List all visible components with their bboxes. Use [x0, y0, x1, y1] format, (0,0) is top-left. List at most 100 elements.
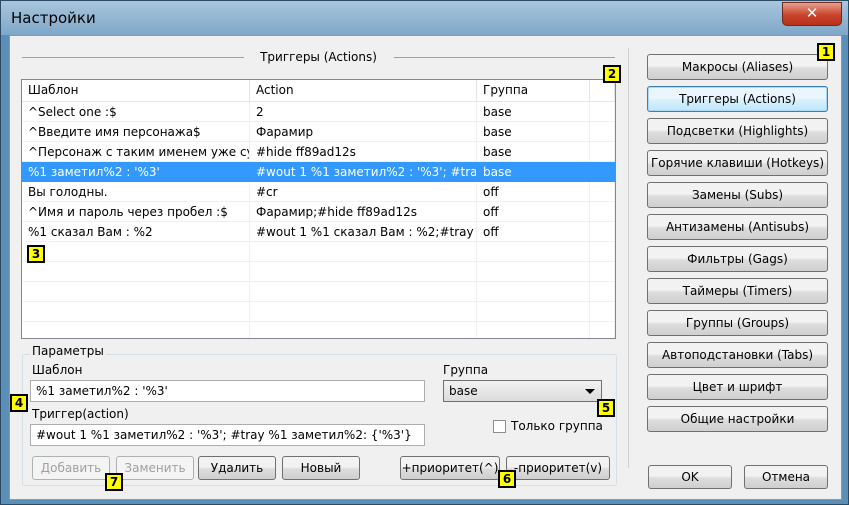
side-menu-item[interactable]: Цвет и шрифт — [647, 374, 828, 400]
table-cell-empty — [590, 122, 615, 142]
delete-button[interactable]: Удалить — [198, 456, 276, 480]
table-cell-empty — [250, 302, 477, 322]
table-cell: Фарамир;#hide ff89ad12s — [250, 202, 477, 222]
table-cell-empty — [590, 162, 615, 182]
pattern-input[interactable]: %1 заметил%2 : '%3' — [30, 380, 425, 402]
side-menu-item[interactable]: Замены (Subs) — [647, 182, 828, 208]
table-row-empty — [22, 282, 615, 302]
table-row[interactable]: ^Select one :$ 2 base — [22, 102, 615, 122]
side-menu-item[interactable]: Автоподстановки (Tabs) — [647, 342, 828, 368]
table-cell: #cr — [250, 182, 477, 202]
table-cell-empty — [22, 242, 250, 262]
table-cell-empty — [250, 262, 477, 282]
table-cell: #wout 1 %1 заметил%2 : '%3'; #tray — [250, 162, 477, 182]
pattern-label: Шаблон — [32, 363, 83, 377]
side-menu-item[interactable]: Подсветки (Highlights) — [647, 118, 828, 144]
side-menu-item[interactable]: Триггеры (Actions) — [647, 86, 828, 112]
table-cell-empty — [590, 322, 615, 338]
table-cell: Вы голодны. — [22, 182, 250, 202]
table-row[interactable]: %1 сказал Вам : %2 #wout 1 %1 сказал Вам … — [22, 222, 615, 242]
table-cell-empty — [590, 302, 615, 322]
priority-up-button[interactable]: +приоритет(^) — [400, 456, 500, 480]
replace-button[interactable]: Заменить — [116, 456, 194, 480]
table-row-empty — [22, 262, 615, 282]
table-cell-empty — [590, 262, 615, 282]
table-row[interactable]: ^Персонаж с таким именем уже сущ #hide ff… — [22, 142, 615, 162]
close-button[interactable]: ✕ — [782, 2, 842, 26]
table-cell-empty — [477, 262, 590, 282]
table-cell-empty — [477, 322, 590, 338]
trigger-input[interactable]: #wout 1 %1 заметил%2 : '%3'; #tray %1 за… — [30, 424, 425, 446]
vertical-divider — [628, 48, 629, 468]
table-cell: ^Select one :$ — [22, 102, 250, 122]
table-cell: ^Имя и пароль через пробел :$ — [22, 202, 250, 222]
ok-button[interactable]: OK — [648, 465, 732, 489]
table-cell-empty — [590, 242, 615, 262]
dialog-client-area: Триггеры (Actions) Шаблон Action Группа … — [9, 35, 842, 500]
table-cell-empty — [477, 242, 590, 262]
table-cell-empty — [477, 302, 590, 322]
settings-window: Настройки ✕ Триггеры (Actions) Шаблон Ac… — [0, 0, 849, 505]
table-cell-empty — [22, 262, 250, 282]
side-menu-item[interactable]: Фильтры (Gags) — [647, 246, 828, 272]
annotation-badge: 4 — [10, 394, 28, 412]
table-cell-empty — [590, 182, 615, 202]
side-menu-item[interactable]: Общие настройки — [647, 406, 828, 432]
title-bar[interactable]: Настройки ✕ — [1, 1, 848, 35]
table-cell-empty — [250, 322, 477, 338]
side-menu-item[interactable]: Горячие клавиши (Hotkeys) — [647, 150, 828, 176]
priority-down-button[interactable]: -приоритет(v) — [506, 456, 610, 480]
group-dropdown-value: base — [449, 384, 478, 398]
table-cell-empty — [22, 282, 250, 302]
table-cell: #hide ff89ad12s — [250, 142, 477, 162]
table-cell: base — [477, 122, 590, 142]
add-button[interactable]: Добавить — [32, 456, 110, 480]
group-separator-right — [394, 57, 615, 58]
only-group-checkbox[interactable] — [493, 420, 506, 433]
table-row-empty — [22, 242, 615, 262]
table-row[interactable]: %1 заметил%2 : '%3' #wout 1 %1 заметил%2 … — [22, 162, 615, 182]
table-cell-empty — [22, 322, 250, 338]
table-cell-empty — [250, 242, 477, 262]
side-menu-item[interactable]: Антизамены (Antisubs) — [647, 214, 828, 240]
table-cell-empty — [590, 202, 615, 222]
group-dropdown[interactable]: base — [443, 380, 602, 402]
annotation-badge: 2 — [603, 65, 621, 83]
table-cell: %1 сказал Вам : %2 — [22, 222, 250, 242]
cancel-button[interactable]: Отмена — [744, 465, 828, 489]
table-cell-empty — [590, 102, 615, 122]
side-menu-item[interactable]: Таймеры (Timers) — [647, 278, 828, 304]
table-cell: ^Персонаж с таким именем уже сущ — [22, 142, 250, 162]
column-header-group[interactable]: Группа — [477, 80, 590, 101]
table-cell: base — [477, 102, 590, 122]
table-cell: Фарамир — [250, 122, 477, 142]
table-cell: off — [477, 222, 590, 242]
annotation-badge: 1 — [817, 43, 835, 61]
table-cell: 2 — [250, 102, 477, 122]
column-header-action[interactable]: Action — [250, 80, 477, 101]
table-row-empty — [22, 322, 615, 338]
table-cell: ^Введите имя персонажа$ — [22, 122, 250, 142]
table-cell: off — [477, 202, 590, 222]
table-cell: %1 заметил%2 : '%3' — [22, 162, 250, 182]
annotation-badge: 6 — [498, 470, 516, 488]
params-title: Параметры — [30, 344, 106, 358]
table-cell-empty — [590, 142, 615, 162]
new-button[interactable]: Новый — [282, 456, 360, 480]
side-menu-item[interactable]: Группы (Groups) — [647, 310, 828, 336]
column-header-pattern[interactable]: Шаблон — [22, 80, 250, 101]
table-cell: #wout 1 %1 сказал Вам : %2;#tray % — [250, 222, 477, 242]
table-cell-empty — [250, 282, 477, 302]
table-cell: base — [477, 162, 590, 182]
column-header-empty — [590, 80, 615, 101]
table-header: Шаблон Action Группа — [22, 80, 615, 102]
triggers-table[interactable]: Шаблон Action Группа ^Select one :$ 2 base… — [21, 79, 616, 339]
only-group-label[interactable]: Только группа — [511, 419, 603, 433]
annotation-badge: 3 — [27, 245, 45, 263]
chevron-down-icon — [585, 389, 595, 394]
table-row[interactable]: ^Введите имя персонажа$ Фарамир base — [22, 122, 615, 142]
table-row[interactable]: Вы голодны. #cr off — [22, 182, 615, 202]
side-menu-item[interactable]: Макросы (Aliases) — [647, 54, 828, 80]
table-row[interactable]: ^Имя и пароль через пробел :$ Фарамир;#hi… — [22, 202, 615, 222]
table-cell-empty — [477, 282, 590, 302]
